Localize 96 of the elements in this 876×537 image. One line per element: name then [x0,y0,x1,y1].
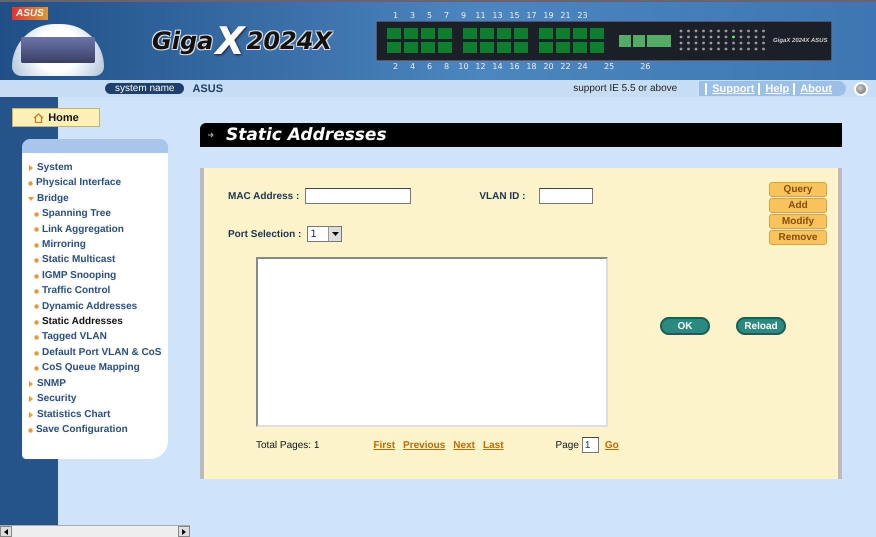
dropdown[interactable]: 1 [307,226,342,242]
bullet-icon [34,227,39,232]
pager-link[interactable]: Next [453,440,475,450]
port-number: 10 [457,62,470,71]
arrow-icon [208,132,214,138]
arrow-right-icon[interactable] [182,528,186,534]
bullet-icon [34,274,39,279]
port-number: 5 [426,11,434,20]
port-number: 14 [491,62,504,71]
action-button[interactable]: Remove [769,230,827,245]
total-pages: Total Pages: 1 [256,440,320,450]
port-number: 9 [460,11,468,20]
menu-item[interactable]: Link Aggregation [28,222,166,238]
port-number: 26 [640,62,650,71]
menu-item[interactable]: Dynamic Addresses [28,300,166,314]
field-label: VLAN ID : [479,190,526,202]
port-number: 8 [442,62,450,71]
menu-item[interactable]: Statistics Chart [28,408,166,422]
port-number: 11 [474,11,487,20]
page-label: Page [556,440,579,450]
menu-item[interactable]: Static Addresses [28,315,166,330]
caret-right-icon [28,396,34,402]
bullet-icon [34,335,39,340]
round-button[interactable]: OK [660,317,710,335]
port-number: 20 [542,62,555,71]
page-field[interactable]: 1 [582,437,599,453]
bullet-icon [28,181,33,186]
knob-icon [854,82,868,96]
field-label: MAC Address : [228,190,300,202]
menu-item[interactable]: IGMP Snooping [28,268,166,284]
menu-item[interactable]: Security [28,392,166,406]
field-label: Port Selection : [228,228,302,240]
caret-right-icon [28,165,34,172]
arrow-left-icon[interactable] [4,528,8,534]
port-number: 17 [525,11,538,20]
pager-link[interactable]: Last [482,440,504,450]
port-number: 16 [508,62,521,71]
system-name: ASUS [192,82,224,94]
pager-link[interactable]: Previous [403,440,446,450]
caret-right-icon [28,412,34,418]
menu-item[interactable]: Tagged VLAN [28,330,166,345]
bullet-icon [34,350,39,356]
uplink-ports-icon [619,34,671,48]
bullet-icon [34,212,39,217]
menu-item[interactable]: Default Port VLAN & CoS [28,346,166,360]
caret-down-icon [28,196,34,202]
action-button[interactable]: Add [769,198,827,213]
home-tab[interactable]: Home [12,108,100,127]
port-number: 3 [408,11,416,20]
port-number: 2 [392,62,400,71]
port-number: 12 [474,62,487,71]
support-note: support IE 5.5 or above [573,83,678,94]
menu-item[interactable]: Spanning Tree [28,207,166,222]
system-name-label: system name [105,83,184,94]
brand-logo: ASUS [12,6,48,20]
port-number: 6 [426,62,434,71]
port-number: 4 [408,62,416,71]
pager-link[interactable]: First [373,440,396,450]
bullet-icon [34,366,39,371]
port-number: 15 [508,11,521,20]
port-number: 24 [576,62,589,71]
house-icon [33,112,44,122]
port-number: 23 [576,11,589,20]
product-logo: GigaX2024X [151,19,334,63]
input-field[interactable] [305,188,412,204]
bullet-icon [34,258,39,264]
menu-item[interactable]: Static Multicast [28,253,166,268]
menu-item[interactable]: Physical Interface [28,176,166,191]
port-number: 7 [442,11,450,20]
caret-down-icon [332,232,339,236]
port-number: 21 [559,11,572,20]
port-number: 1 [392,11,400,20]
menu-item[interactable]: Traffic Control [28,284,166,299]
menu-item[interactable]: SNMP [28,376,166,392]
bullet-icon [28,428,33,433]
input-field[interactable] [539,188,594,204]
bullet-icon [34,320,39,325]
action-button[interactable]: Query [769,182,827,197]
caret-right-icon [28,380,34,387]
bullet-icon [34,304,39,310]
menu-item[interactable]: Bridge [28,192,166,206]
bullet-icon [34,288,39,294]
page-title: Static Addresses [226,125,387,145]
port-number: 18 [525,62,538,71]
bullet-icon [34,242,39,248]
port-number: 22 [559,62,572,71]
menu-item[interactable]: CoS Queue Mapping [28,361,166,376]
port-number: 13 [491,11,504,20]
go-link[interactable]: Go [604,440,619,450]
port-number: 25 [604,62,614,71]
menu-item[interactable]: Save Configuration [28,422,166,438]
round-button[interactable]: Reload [736,317,786,335]
menu-item[interactable]: System [28,161,166,176]
port-number: 19 [542,11,555,20]
action-button[interactable]: Modify [769,214,827,229]
menu-item[interactable]: Mirroring [28,238,166,252]
